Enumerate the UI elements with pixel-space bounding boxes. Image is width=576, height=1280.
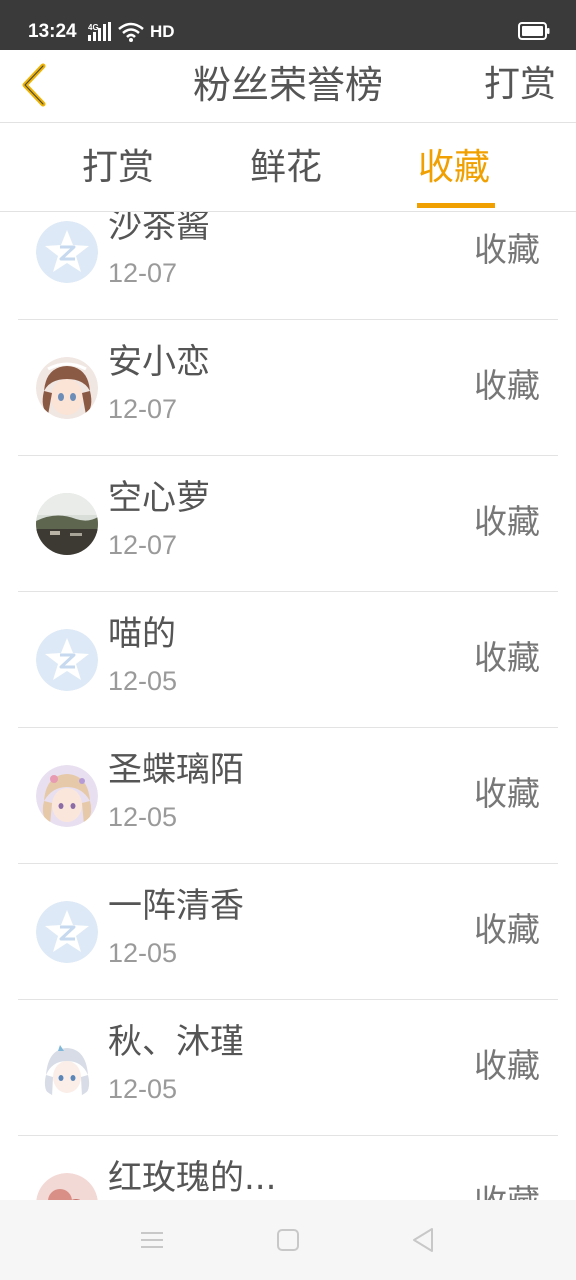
- default-qq-avatar-icon: [36, 901, 98, 963]
- fan-date: 12-05: [108, 938, 178, 968]
- fan-action: 收藏: [474, 366, 540, 405]
- avatar: [36, 357, 98, 419]
- tab-favorites[interactable]: 收藏: [418, 145, 490, 191]
- anime-girl-avatar: [36, 1037, 98, 1099]
- status-icons: 4G HD: [88, 20, 175, 44]
- menu-icon[interactable]: [136, 1224, 168, 1256]
- fan-date: 12-05: [108, 802, 178, 832]
- fan-action: 收藏: [474, 1180, 540, 1200]
- fan-name: 空心萝: [108, 478, 210, 518]
- avatar: [36, 1037, 98, 1099]
- fan-name: 喵的: [108, 614, 176, 654]
- list-item[interactable]: 圣蝶璃陌 12-05 收藏: [18, 728, 558, 864]
- anime-girl-avatar: [36, 357, 98, 419]
- landscape-photo-avatar: [36, 493, 98, 555]
- fan-action: 收藏: [474, 910, 540, 949]
- fan-name: 秋、沐瑾: [108, 1022, 244, 1062]
- home-icon[interactable]: [272, 1224, 304, 1256]
- list-item[interactable]: 一阵清香 12-05 收藏: [18, 864, 558, 1000]
- header: 粉丝荣誉榜 打赏: [0, 50, 576, 123]
- avatar: [36, 765, 98, 827]
- avatar: [36, 1173, 98, 1200]
- avatar: [36, 221, 98, 283]
- fan-list-content: 沙茶酱 12-07 收藏 安小恋 12-07 收藏 空心萝 12-07 收藏 喵…: [0, 212, 576, 1200]
- fan-name: 安小恋: [108, 342, 210, 382]
- hd-badge: HD: [150, 22, 175, 41]
- active-tab-indicator: [417, 203, 495, 208]
- status-time: 13:24: [28, 21, 77, 42]
- fan-name: 圣蝶璃陌: [108, 750, 244, 790]
- fan-date: 12-07: [108, 530, 178, 560]
- status-bar: 13:24 4G HD: [0, 0, 576, 50]
- back-triangle-icon[interactable]: [408, 1224, 440, 1256]
- fan-date: 12-07: [108, 394, 178, 424]
- battery-icon: [518, 22, 550, 40]
- pink-photo-avatar: [36, 1173, 98, 1200]
- fan-name: 沙茶酱: [108, 212, 210, 246]
- list-item[interactable]: 安小恋 12-07 收藏: [18, 320, 558, 456]
- tab-reward[interactable]: 打赏: [82, 145, 154, 191]
- list-item[interactable]: 空心萝 12-07 收藏: [18, 456, 558, 592]
- default-qq-avatar-icon: [36, 629, 98, 691]
- fan-date: 12-05: [108, 666, 178, 696]
- reward-button[interactable]: 打赏: [484, 60, 556, 110]
- fan-name: 一阵清香: [108, 886, 244, 926]
- wifi-icon: [118, 22, 144, 42]
- fan-action: 收藏: [474, 1046, 540, 1085]
- fan-action: 收藏: [474, 638, 540, 677]
- fan-action: 收藏: [474, 502, 540, 541]
- avatar: [36, 901, 98, 963]
- fan-name: 红玫瑰的...: [108, 1158, 277, 1198]
- avatar: [36, 493, 98, 555]
- list-item[interactable]: 秋、沐瑾 12-05 收藏: [18, 1000, 558, 1136]
- fan-date: 12-05: [108, 1074, 178, 1104]
- network-type-label: 4G: [88, 23, 99, 32]
- fan-action: 收藏: [474, 774, 540, 813]
- anime-girl-avatar: [36, 765, 98, 827]
- list-item[interactable]: 喵的 12-05 收藏: [18, 592, 558, 728]
- default-qq-avatar-icon: [36, 221, 98, 283]
- tab-bar: 打赏 鲜花 收藏: [0, 123, 576, 212]
- fan-list[interactable]: 沙茶酱 12-07 收藏 安小恋 12-07 收藏 空心萝 12-07 收藏 喵…: [0, 212, 576, 1200]
- fan-date: 12-07: [108, 258, 178, 288]
- list-item[interactable]: 红玫瑰的... 收藏: [18, 1136, 558, 1200]
- tab-flowers[interactable]: 鲜花: [250, 145, 322, 191]
- cellular-signal-icon: 4G: [88, 22, 111, 41]
- fan-action: 收藏: [474, 230, 540, 269]
- system-nav-bar: [0, 1200, 576, 1280]
- avatar: [36, 629, 98, 691]
- list-item[interactable]: 沙茶酱 12-07 收藏: [18, 212, 558, 320]
